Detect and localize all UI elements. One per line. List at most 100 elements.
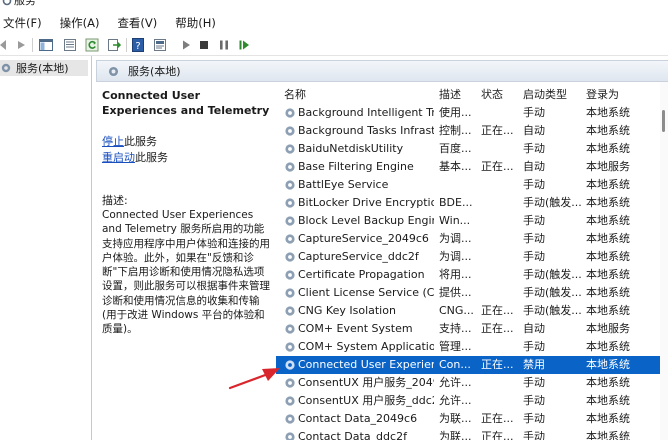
- table-row[interactable]: Background Intelligent Tra... 使用... 手动 本地系统: [276, 104, 668, 122]
- service-description-cell: 使用...: [439, 106, 472, 119]
- help-icon[interactable]: ?: [130, 37, 146, 53]
- table-row[interactable]: Base Filtering Engine 基本... 正在... 自动 本地服务: [276, 158, 668, 176]
- service-name: Certificate Propagation: [298, 268, 425, 281]
- table-row[interactable]: Block Level Backup Engine ... Win... 手动 本地系…: [276, 212, 668, 230]
- table-row[interactable]: CNG Key Isolation CNG... 正在... 手动(触发... 本地系统: [276, 302, 668, 320]
- table-row[interactable]: ConsentUX 用户服务_2049... 允许... 手动 本地系统: [276, 374, 668, 392]
- table-row[interactable]: BitLocker Drive Encryption ... BDE... 手动(触…: [276, 194, 668, 212]
- services-app-icon: [2, 0, 12, 6]
- service-startup-type: 手动: [523, 214, 545, 227]
- service-gear-icon: [285, 198, 295, 208]
- stop-icon[interactable]: [196, 37, 212, 53]
- table-row[interactable]: Client License Service (Clip... 提供... 手动(触…: [276, 284, 668, 302]
- menu-view[interactable]: 查看(V): [108, 13, 166, 33]
- service-description-cell: 将用...: [439, 268, 472, 281]
- vertical-scrollbar[interactable]: [660, 82, 668, 440]
- pane-header-title: 服务(本地): [128, 65, 181, 78]
- service-name: ConsentUX 用户服务_ddc2f: [298, 394, 434, 407]
- service-name: Contact Data_ddc2f: [298, 430, 407, 440]
- restart-suffix: 此服务: [135, 151, 168, 164]
- stop-suffix: 此服务: [124, 135, 157, 148]
- service-log-on-as: 本地系统: [586, 214, 630, 227]
- service-status: 正在...: [481, 430, 514, 440]
- service-description-cell: 管理...: [439, 340, 472, 353]
- table-row[interactable]: BaiduNetdiskUtility 百度... 手动 本地系统: [276, 140, 668, 158]
- back-icon[interactable]: [0, 37, 12, 53]
- gear-icon: [108, 66, 119, 76]
- service-gear-icon: [285, 414, 295, 424]
- column-status[interactable]: 状态: [481, 86, 503, 102]
- service-gear-icon: [285, 288, 295, 298]
- service-startup-type: 手动: [523, 232, 545, 245]
- service-log-on-as: 本地系统: [586, 286, 630, 299]
- service-name: COM+ Event System: [298, 322, 413, 335]
- service-gear-icon: [285, 270, 295, 280]
- table-row[interactable]: Certificate Propagation 将用... 手动(触发... 本地系统: [276, 266, 668, 284]
- service-name: Background Tasks Infrastru...: [298, 124, 434, 137]
- service-status: 正在...: [481, 160, 514, 173]
- mmc-icon[interactable]: [152, 37, 168, 53]
- service-gear-icon: [285, 306, 295, 316]
- export-icon[interactable]: [106, 37, 122, 53]
- service-startup-type: 手动: [523, 250, 545, 263]
- service-description-cell: 为调...: [439, 250, 472, 263]
- column-log-on-as[interactable]: 登录为: [586, 86, 619, 102]
- service-startup-type: 自动: [523, 160, 545, 173]
- service-log-on-as: 本地系统: [586, 340, 630, 353]
- service-name: CaptureService_ddc2f: [298, 250, 419, 263]
- console-tree-icon[interactable]: [38, 37, 54, 53]
- service-startup-type: 手动(触发...: [523, 196, 582, 209]
- service-log-on-as: 本地系统: [586, 232, 630, 245]
- restart-service-link[interactable]: 重启动: [102, 151, 135, 164]
- service-gear-icon: [285, 252, 295, 262]
- table-row[interactable]: Background Tasks Infrastru... 控制... 正在... 自…: [276, 122, 668, 140]
- properties-list-icon[interactable]: [62, 37, 78, 53]
- service-description-cell: BDE...: [439, 196, 473, 209]
- table-row[interactable]: ConsentUX 用户服务_ddc2f 允许... 手动 本地系统: [276, 392, 668, 410]
- pause-icon[interactable]: [216, 37, 232, 53]
- pane-header: 服务(本地): [96, 60, 668, 82]
- table-row[interactable]: Contact Data_ddc2f 为联... 正在... 手动 本地系统: [276, 428, 668, 440]
- service-name: Block Level Backup Engine ...: [298, 214, 434, 227]
- service-startup-type: 手动(触发...: [523, 286, 582, 299]
- service-log-on-as: 本地系统: [586, 178, 630, 191]
- restart-icon[interactable]: [236, 37, 252, 53]
- service-startup-type: 手动: [523, 106, 545, 119]
- service-description-cell: 提供...: [439, 286, 472, 299]
- service-startup-type: 手动: [523, 394, 545, 407]
- service-gear-icon: [285, 144, 295, 154]
- table-row[interactable]: CaptureService_2049c6 为调... 手动 本地系统: [276, 230, 668, 248]
- service-startup-type: 手动: [523, 178, 545, 191]
- service-description-cell: Win...: [439, 214, 471, 227]
- table-row[interactable]: Connected User Experienc... Con... 正在... 禁用…: [276, 356, 668, 374]
- scrollbar-thumb[interactable]: [662, 110, 665, 132]
- menu-file[interactable]: 文件(F): [0, 13, 51, 33]
- column-startup-type[interactable]: 启动类型: [523, 86, 567, 102]
- table-row[interactable]: CaptureService_ddc2f 为调... 手动 本地系统: [276, 248, 668, 266]
- service-startup-type: 手动: [523, 412, 545, 425]
- service-startup-type: 手动: [523, 340, 545, 353]
- gear-icon: [1, 63, 11, 73]
- table-row[interactable]: COM+ System Application 管理... 手动 本地系统: [276, 338, 668, 356]
- start-icon[interactable]: [178, 37, 194, 53]
- service-startup-type: 手动: [523, 142, 545, 155]
- service-startup-type: 自动: [523, 124, 545, 137]
- menu-help[interactable]: 帮助(H): [166, 13, 225, 33]
- column-description[interactable]: 描述: [439, 86, 461, 102]
- service-description-cell: 为联...: [439, 430, 472, 440]
- stop-service-link[interactable]: 停止: [102, 135, 124, 148]
- forward-icon[interactable]: [14, 37, 30, 53]
- service-gear-icon: [285, 324, 295, 334]
- menu-action[interactable]: 操作(A): [51, 13, 109, 33]
- refresh-icon[interactable]: [84, 37, 100, 53]
- tree-item-services-local[interactable]: 服务(本地): [0, 60, 88, 76]
- service-description-cell: Con...: [439, 358, 471, 371]
- service-description-cell: 为调...: [439, 232, 472, 245]
- table-row[interactable]: Contact Data_2049c6 为联... 正在... 手动 本地系统: [276, 410, 668, 428]
- table-row[interactable]: BattlEye Service 手动 本地系统: [276, 176, 668, 194]
- restart-action: 重启动此服务: [102, 150, 168, 165]
- service-startup-type: 自动: [523, 322, 545, 335]
- column-name[interactable]: 名称: [284, 86, 306, 102]
- service-log-on-as: 本地系统: [586, 430, 630, 440]
- table-row[interactable]: COM+ Event System 支持... 正在... 自动 本地服务: [276, 320, 668, 338]
